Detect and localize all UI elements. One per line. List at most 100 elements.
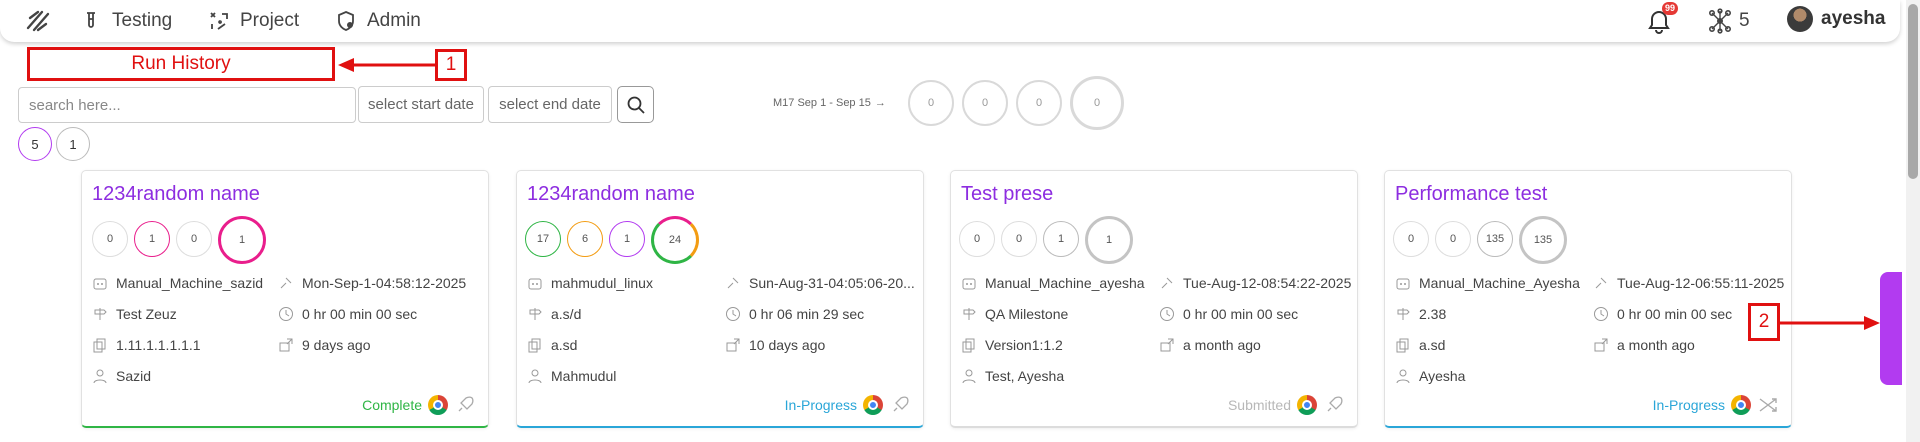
assignee-field: Mahmudul [527, 368, 717, 384]
run-time-icon [1161, 277, 1173, 289]
shield-gear-icon [338, 11, 354, 31]
milestone-field: QA Milestone [961, 306, 1157, 322]
search-input[interactable] [18, 87, 356, 123]
relative-time: 9 days ago [302, 337, 371, 353]
count-total: 1 [218, 216, 266, 264]
start-date-button[interactable]: select start date [358, 86, 484, 123]
count-passed: 0 [92, 221, 128, 257]
run-duration: 0 hr 00 min 00 sec [1617, 306, 1733, 322]
milestone-name: Test Zeuz [116, 306, 177, 322]
nav-testing[interactable]: Testing [80, 9, 172, 33]
version-field: a.sd [527, 337, 717, 353]
clock-icon [1160, 307, 1174, 321]
annotation-marker-2: 2 [1748, 303, 1780, 341]
rocket-icon[interactable] [889, 394, 911, 416]
scrollbar-thumb[interactable] [1908, 4, 1918, 179]
status-badge: In-Progress [784, 397, 857, 413]
end-date-button[interactable]: select end date [488, 86, 612, 123]
run-duration: 0 hr 00 min 00 sec [302, 306, 418, 322]
count-passed: 0 [1393, 221, 1429, 257]
summary-count-1: 0 [908, 80, 954, 126]
annotation-arrow-1 [338, 58, 436, 72]
milestone-summary[interactable]: M17 Sep 1 - Sep 15 → [773, 97, 886, 109]
search-button[interactable] [617, 86, 654, 123]
run-date: Tue-Aug-12-06:55:11-2025 [1617, 275, 1785, 291]
upload-icon [279, 338, 293, 352]
assignee-field: Sazid [92, 368, 282, 384]
milestone-name: QA Milestone [985, 306, 1069, 322]
page-button-5[interactable]: 5 [18, 127, 52, 161]
ago-field: a month ago [1159, 337, 1355, 353]
count-blocked: 1 [1043, 221, 1079, 257]
machine-name: mahmudul_linux [551, 275, 653, 291]
run-date: Mon-Sep-1-04:58:12-2025 [302, 275, 467, 291]
shuffle-icon[interactable] [1757, 394, 1779, 416]
ago-field: 9 days ago [278, 337, 486, 353]
run-title[interactable]: 1234random name [92, 183, 260, 206]
version-name: 1.11.1.1.1.1.1 [116, 337, 201, 353]
user-menu[interactable]: ayesha [1787, 6, 1885, 32]
page-button-1[interactable]: 1 [56, 127, 90, 161]
test-tube-icon [87, 12, 95, 28]
ago-field: 10 days ago [725, 337, 921, 353]
count-total: 135 [1519, 216, 1567, 264]
run-card[interactable]: Test prese 0 0 1 1 Manual_Machine_ayesha… [950, 170, 1358, 428]
app-logo-icon[interactable] [24, 8, 52, 34]
version-field: 1.11.1.1.1.1.1 [92, 337, 282, 353]
side-panel-toggle[interactable] [1880, 272, 1902, 385]
card-footer: Submitted [1228, 394, 1345, 416]
rocket-icon[interactable] [454, 394, 476, 416]
notification-count-badge: 99 [1662, 2, 1679, 15]
signpost-icon [94, 308, 107, 320]
annotation-arrow-2 [1780, 316, 1880, 330]
nav-project[interactable]: Project [208, 9, 299, 33]
milestone-field: a.s/d [527, 306, 717, 322]
rocket-icon[interactable] [1323, 394, 1345, 416]
machine-name: Manual_Machine_ayesha [985, 275, 1145, 291]
run-duration: 0 hr 00 min 00 sec [1183, 306, 1299, 322]
run-card[interactable]: Performance test 0 0 135 135 Manual_Mach… [1384, 170, 1792, 428]
project-icon [210, 12, 228, 30]
version-name: a.sd [551, 337, 578, 353]
count-failed: 0 [1435, 221, 1471, 257]
run-title[interactable]: Test prese [961, 183, 1053, 206]
clock-icon [279, 307, 293, 321]
machine-name: Manual_Machine_sazid [116, 275, 264, 291]
copy-icon [962, 338, 975, 353]
status-badge: Complete [362, 397, 422, 413]
robot-icon [528, 278, 542, 290]
run-card[interactable]: 1234random name 0 1 0 1 Manual_Machine_s… [81, 170, 489, 428]
clock-icon [1594, 307, 1608, 321]
connections-button[interactable]: 5 [1707, 8, 1750, 34]
robot-icon [962, 278, 976, 290]
assignee-name: Sazid [116, 368, 152, 384]
run-card[interactable]: 1234random name 17 6 1 24 mahmudul_linux… [516, 170, 924, 428]
chrome-icon [428, 395, 448, 415]
machine-field: Manual_Machine_Ayesha [1395, 275, 1591, 291]
machine-field: Manual_Machine_ayesha [961, 275, 1157, 291]
version-field: a.sd [1395, 337, 1591, 353]
run-date: Sun-Aug-31-04:05:06-20... [749, 275, 915, 291]
duration-field: 0 hr 00 min 00 sec [1159, 306, 1355, 322]
robot-icon [93, 278, 107, 290]
count-blocked: 0 [176, 221, 212, 257]
run-title[interactable]: Performance test [1395, 183, 1547, 206]
user-icon [528, 369, 542, 384]
robot-icon [1396, 278, 1410, 290]
arrow-right-icon: → [874, 97, 886, 109]
count-failed: 1 [134, 221, 170, 257]
assignee-name: Ayesha [1419, 368, 1466, 384]
summary-count-total: 0 [1070, 76, 1124, 130]
run-title[interactable]: 1234random name [527, 183, 695, 206]
nav-admin[interactable]: Admin [335, 9, 421, 33]
chrome-icon [1731, 395, 1751, 415]
signpost-icon [963, 308, 976, 320]
signpost-icon [529, 308, 542, 320]
summary-count-3: 0 [1016, 80, 1062, 126]
milestone-name: 2.38 [1419, 306, 1447, 322]
milestone-name: a.s/d [551, 306, 582, 322]
count-passed: 17 [525, 221, 561, 257]
signpost-icon [1397, 308, 1410, 320]
count-blocked: 135 [1477, 221, 1513, 257]
milestone-label: M17 Sep 1 - Sep 15 [773, 97, 871, 109]
